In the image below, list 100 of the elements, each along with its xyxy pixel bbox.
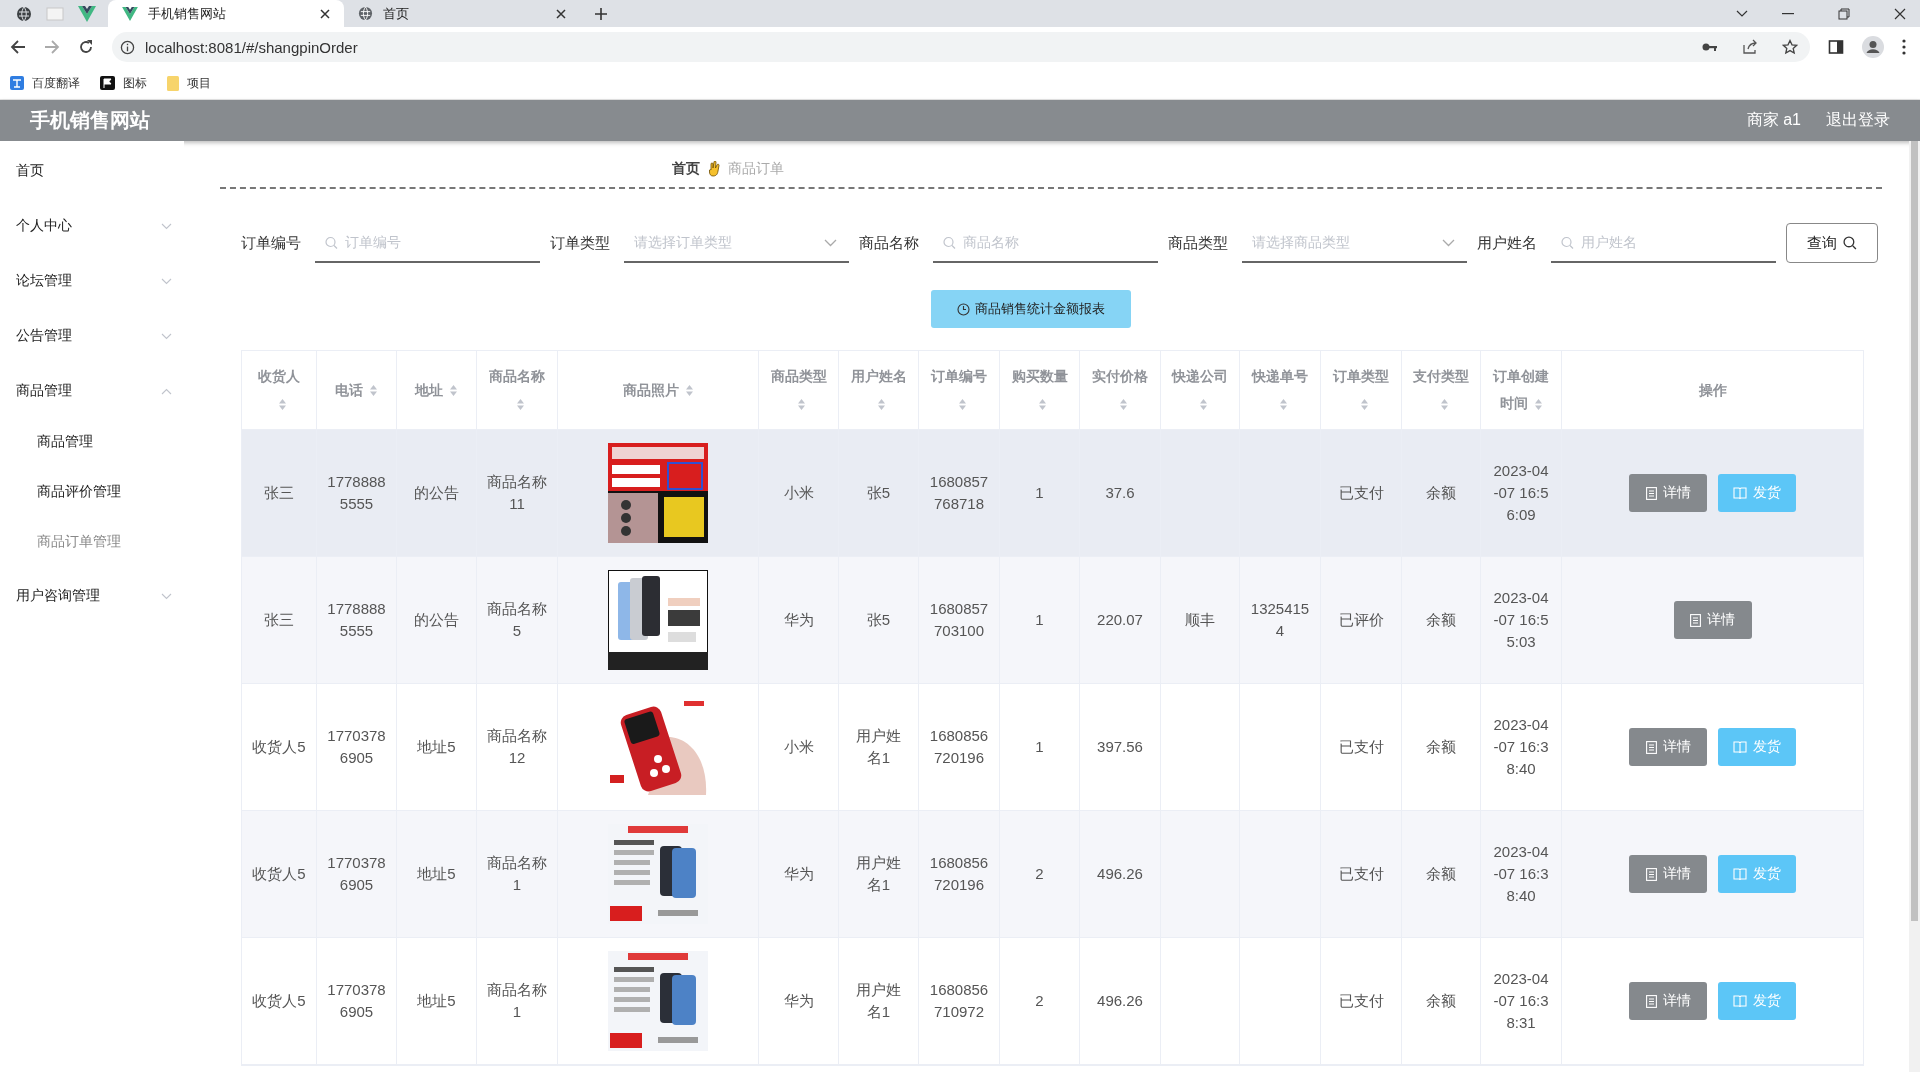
sort-icon[interactable] [877, 397, 886, 411]
select-field[interactable]: 请选择订单类型 [624, 223, 849, 263]
search-icon [1561, 236, 1574, 250]
ship-button[interactable]: 发货 [1718, 855, 1796, 893]
column-header[interactable]: 商品类型 [769, 363, 828, 417]
sort-icon[interactable] [1439, 397, 1449, 411]
detail-button[interactable]: 详情 [1629, 728, 1707, 766]
scrollbar-thumb[interactable] [1911, 141, 1918, 921]
column-header[interactable]: 收货人 [252, 363, 306, 417]
table-cell-text: 余额 [1426, 610, 1456, 630]
logout-link[interactable]: 退出登录 [1826, 110, 1890, 131]
table-cell-text: 张5 [866, 610, 891, 630]
page-icon[interactable] [46, 6, 64, 21]
more-icon[interactable] [1902, 39, 1906, 55]
sort-icon[interactable] [957, 397, 967, 411]
table-row[interactable]: 收货人5 17703786905 地址5 商品名称1 华为 用户姓名1 1680856710972 2 496.26 已支付 余额 2023-04-07 16:38:31 详情 发货 [242, 938, 1863, 1065]
sort-icon[interactable] [1038, 397, 1047, 411]
menu-item[interactable]: 商品管理 [0, 365, 184, 417]
sort-icon[interactable] [684, 384, 694, 398]
sort-icon[interactable] [1278, 397, 1288, 411]
column-header[interactable]: 地址 [415, 376, 458, 404]
submenu-item[interactable]: 商品评价管理 [0, 467, 184, 517]
ship-button[interactable]: 发货 [1718, 728, 1796, 766]
report-button[interactable]: 商品销售统计金额报表 [931, 290, 1131, 328]
search-field[interactable]: 订单编号 [315, 223, 540, 263]
detail-button[interactable]: 详情 [1629, 982, 1707, 1020]
sort-icon[interactable] [369, 384, 378, 398]
ship-button[interactable]: 发货 [1718, 474, 1796, 512]
column-header[interactable]: 购买数量 [1010, 363, 1069, 417]
sort-icon[interactable] [449, 384, 458, 398]
menu-item[interactable]: 用户咨询管理 [0, 570, 184, 622]
table-row[interactable]: 收货人5 17703786905 地址5 商品名称1 华为 用户姓名1 1680856720196 2 496.26 已支付 余额 2023-04-07 16:38:40 详情 发货 [242, 811, 1863, 938]
table-row[interactable]: 张三 17788885555 的公告 商品名称5 华为 张5 1680857703100 1 220.07 顺丰 13254154 已评价 余额 2023-04-07 16:55:03 详情 [242, 557, 1863, 684]
sort-icon[interactable] [797, 397, 806, 411]
menu-item[interactable]: 首页 [0, 158, 184, 184]
table-row[interactable]: 收货人5 17703786905 地址5 商品名称12 小米 用户姓名1 1680856720196 1 397.56 已支付 余额 2023-04-07 16:38:40 详情 发货 [242, 684, 1863, 811]
breadcrumb-link[interactable]: 首页 [672, 160, 700, 178]
submenu-item[interactable]: 商品订单管理 [0, 517, 184, 567]
detail-button[interactable]: 详情 [1629, 855, 1707, 893]
browser-tab[interactable]: 首页 [344, 0, 580, 27]
column-header[interactable]: 实付价格 [1090, 363, 1150, 417]
column-header[interactable]: 商品照片 [622, 376, 694, 404]
submenu-item[interactable]: 商品管理 [0, 417, 184, 467]
new-tab-icon[interactable] [594, 6, 608, 21]
bookmark[interactable]: 图标 [100, 74, 147, 92]
breadcrumb-link[interactable]: 商品订单 [728, 160, 784, 178]
minimize-icon[interactable] [1782, 12, 1794, 15]
sort-icon[interactable] [1118, 397, 1128, 411]
key-icon[interactable] [1702, 42, 1718, 52]
column-header[interactable]: 用户姓名 [849, 363, 908, 417]
search-field[interactable]: 用户姓名 [1551, 223, 1776, 263]
table-cell-text: 已支付 [1338, 864, 1384, 884]
table-cell-text: 地址5 [417, 864, 456, 884]
sort-icon[interactable] [1533, 397, 1543, 411]
column-header[interactable]: 商品名称 [487, 363, 547, 417]
star-icon[interactable] [1782, 39, 1798, 55]
query-button[interactable]: 查询 [1786, 223, 1878, 263]
ship-button[interactable]: 发货 [1718, 982, 1796, 1020]
sort-icon[interactable] [277, 397, 287, 411]
close-icon[interactable] [320, 8, 330, 19]
table-row[interactable]: 张三 17788885555 的公告 商品名称11 小米 张5 1680857768718 1 37.6 已支付 余额 2023-04-07 16:56:09 详情 发货 [242, 430, 1863, 557]
forward-icon[interactable] [44, 39, 60, 55]
scrollbar[interactable] [1909, 141, 1920, 1072]
filter-label: 用户姓名 [1477, 233, 1537, 253]
profile-icon[interactable] [1862, 36, 1884, 58]
detail-button[interactable]: 详情 [1673, 601, 1752, 639]
column-header[interactable]: 订单创建时间 [1491, 363, 1551, 417]
sort-icon[interactable] [1359, 397, 1369, 411]
column-header[interactable]: 快递公司 [1171, 363, 1229, 417]
column-header[interactable]: 订单类型 [1331, 363, 1391, 417]
menu-item[interactable]: 论坛管理 [0, 255, 184, 307]
chevron-down-icon[interactable] [1736, 9, 1748, 18]
restore-icon[interactable] [1838, 7, 1850, 20]
search-field[interactable]: 商品名称 [933, 223, 1158, 263]
column-header[interactable]: 操作 [1698, 376, 1727, 404]
close-icon[interactable] [556, 8, 566, 19]
menu-item[interactable]: 个人中心 [0, 200, 184, 252]
column-header[interactable]: 电话 [335, 376, 378, 404]
folder-icon [167, 75, 179, 91]
menu-item[interactable]: 公告管理 [0, 310, 184, 362]
column-header[interactable]: 订单编号 [929, 363, 989, 417]
vue-icon[interactable] [78, 5, 96, 22]
side-panel-icon[interactable] [1828, 39, 1844, 55]
share-icon[interactable] [1742, 39, 1758, 55]
document-icon [1645, 486, 1657, 500]
column-header[interactable]: 支付类型 [1412, 363, 1470, 417]
bookmark[interactable]: 百度翻译 [10, 74, 80, 92]
sort-icon[interactable] [1198, 397, 1208, 411]
back-icon[interactable] [10, 39, 26, 55]
browser-tab[interactable]: 手机销售网站 [108, 0, 344, 27]
bookmark[interactable]: 项目 [167, 74, 211, 92]
globe-icon[interactable] [16, 5, 32, 22]
address-bar[interactable]: localhost:8081/#/shangpinOrder [112, 32, 1810, 62]
column-header[interactable]: 快递单号 [1250, 363, 1310, 417]
detail-button[interactable]: 详情 [1629, 474, 1707, 512]
site-title: 手机销售网站 [30, 108, 150, 133]
sort-icon[interactable] [515, 397, 525, 411]
select-field[interactable]: 请选择商品类型 [1242, 223, 1467, 263]
close-icon[interactable] [1894, 7, 1906, 20]
reload-icon[interactable] [78, 39, 94, 55]
